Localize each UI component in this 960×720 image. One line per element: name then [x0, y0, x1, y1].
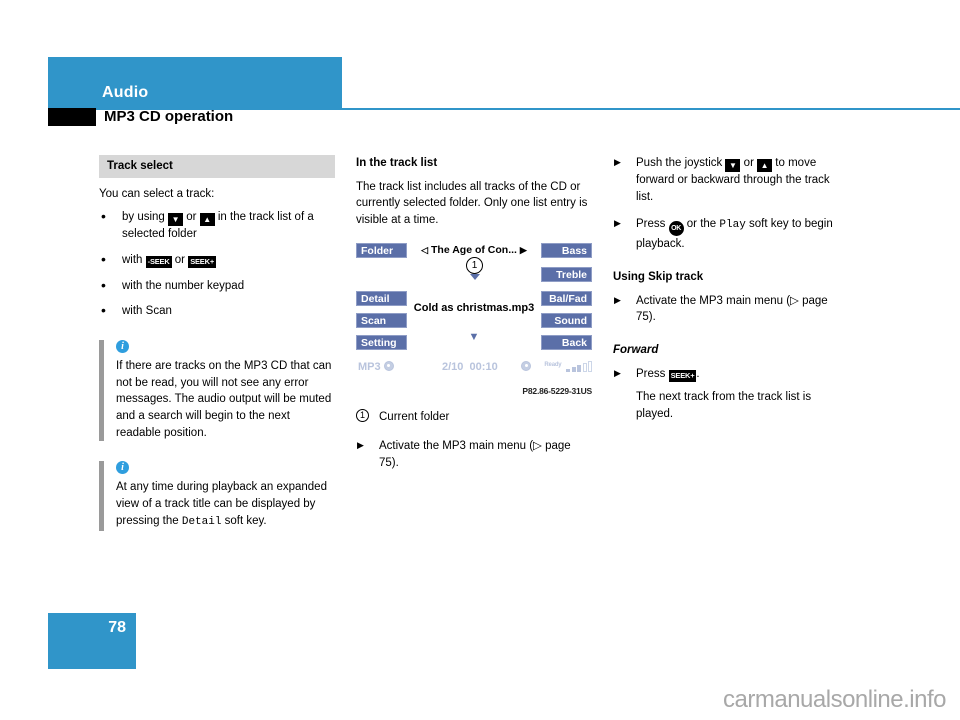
page-ref-arrow-icon: ▷: [533, 440, 542, 453]
header-black-marker: [48, 108, 96, 126]
joystick-up-icon: ▲: [757, 159, 773, 172]
note-box-unreadable-tracks: i If there are tracks on the MP3 CD that…: [99, 340, 335, 442]
info-icon: i: [116, 340, 129, 354]
figure-code: P82.86-5229-31US: [522, 385, 592, 396]
heading-using-skip-track: Using Skip track: [613, 271, 704, 284]
softkey-folder[interactable]: Folder: [356, 242, 407, 258]
section-header-track-select: Track select: [99, 155, 335, 178]
info-icon: i: [116, 461, 129, 475]
callout-pointer-icon: [469, 273, 480, 280]
softkey-balfad[interactable]: Bal/Fad: [541, 290, 592, 306]
softkey-bass[interactable]: Bass: [541, 242, 592, 258]
softkey-name-detail: Detail: [181, 515, 222, 528]
note-text: At any time during playback an expanded …: [116, 481, 327, 528]
heading-in-the-track-list: In the track list: [356, 157, 438, 169]
list-item: Push the joystick ▼ or ▲ to move forward…: [613, 155, 849, 205]
signal-indicator: Ready: [544, 356, 592, 372]
list-item: with -SEEK or SEEK+: [99, 250, 335, 269]
track-select-bullet-list: by using ▼ or ▲ in the track list of a s…: [99, 207, 335, 320]
seek-forward-icon: SEEK+: [668, 369, 697, 382]
list-item: Press OK or the Play soft key to begin p…: [613, 216, 849, 253]
scroll-down-arrow-icon[interactable]: ▼: [356, 330, 592, 346]
softkey-name-play: Play: [719, 219, 746, 232]
list-item: by using ▼ or ▲ in the track list of a s…: [99, 207, 335, 243]
softkey-sound[interactable]: Sound: [541, 312, 592, 328]
note-box-detail-softkey: i At any time during playback an expande…: [99, 461, 335, 531]
note-accent-bar: [99, 461, 104, 531]
watermark: carmanualsonline.info: [723, 686, 946, 713]
forward-result-text: The next track from the track list is pl…: [636, 391, 812, 421]
page-number-block: 78: [48, 613, 136, 669]
legend-marker: 1: [356, 408, 369, 422]
callout-number: 1: [466, 256, 483, 274]
list-item: Press SEEK+.: [613, 366, 849, 383]
softkey-detail[interactable]: Detail: [356, 290, 407, 306]
seek-forward-icon: SEEK+: [188, 256, 217, 269]
signal-bars-icon: [565, 357, 592, 372]
disc-icon-secondary: [521, 360, 531, 371]
list-item: with the number keypad: [99, 276, 335, 295]
disc-icon: [383, 360, 394, 371]
skip-track-step-list: Activate the MP3 main menu (▷ page 75).: [613, 293, 849, 326]
note-accent-bar: [99, 340, 104, 442]
signal-ready-label: Ready: [544, 361, 562, 368]
folder-title-text: The Age of Con...: [431, 243, 517, 256]
joystick-down-icon: ▼: [725, 159, 741, 172]
joystick-down-icon: ▼: [168, 213, 184, 227]
callout-marker-1: 1: [466, 256, 483, 280]
display-track-name: Cold as christmas.mp3: [413, 301, 535, 314]
softkey-scan[interactable]: Scan: [356, 312, 407, 328]
next-arrow-icon[interactable]: ▶: [520, 245, 527, 255]
figure-legend: 1 Current folder: [356, 408, 592, 426]
list-item: with Scan: [99, 301, 335, 320]
list-item: Activate the MP3 main menu (▷ page 75).: [613, 293, 849, 326]
legend-label: Current folder: [379, 410, 450, 423]
legend-item-current-folder: 1 Current folder: [356, 408, 592, 426]
header-category-bar: Audio: [48, 57, 342, 108]
joystick-up-icon: ▲: [199, 213, 215, 227]
header-category-label: Audio: [102, 84, 149, 101]
radio-display-figure: Folder Detail Scan Setting Bass Treble B…: [356, 242, 592, 396]
heading-forward: Forward: [613, 344, 659, 357]
left-column: Track select You can select a track: by …: [99, 155, 335, 531]
track-list-step-list: Push the joystick ▼ or ▲ to move forward…: [613, 155, 849, 253]
track-list-paragraph: The track list includes all tracks of th…: [356, 180, 588, 227]
list-item: Activate the MP3 main menu (▷ page 75).: [356, 438, 592, 471]
prev-arrow-icon[interactable]: ◁: [421, 245, 428, 255]
page-number: 78: [108, 619, 126, 636]
page-ref-arrow-icon: ▷: [790, 294, 799, 307]
display-folder-title: ◁ The Age of Con... ▶: [408, 243, 540, 258]
page-title: MP3 CD operation: [104, 108, 234, 125]
middle-column: In the track list The track list include…: [356, 155, 592, 483]
right-column: Push the joystick ▼ or ▲ to move forward…: [613, 155, 849, 433]
softkey-treble[interactable]: Treble: [541, 266, 592, 282]
display-status-bar: MP3 2/10 00:10 Ready: [356, 360, 592, 378]
note-text: If there are tracks on the MP3 CD that c…: [116, 360, 332, 439]
manual-page: Audio MP3 CD operation Track select You …: [0, 0, 960, 720]
intro-text: You can select a track:: [99, 187, 215, 200]
status-track-time: 2/10 00:10: [442, 360, 498, 373]
middle-step-list: Activate the MP3 main menu (▷ page 75).: [356, 438, 592, 471]
ok-button-icon: OK: [668, 221, 684, 237]
seek-back-icon: -SEEK: [145, 256, 172, 269]
forward-step-list: Press SEEK+.: [613, 366, 849, 383]
status-source-label: MP3: [358, 360, 394, 376]
